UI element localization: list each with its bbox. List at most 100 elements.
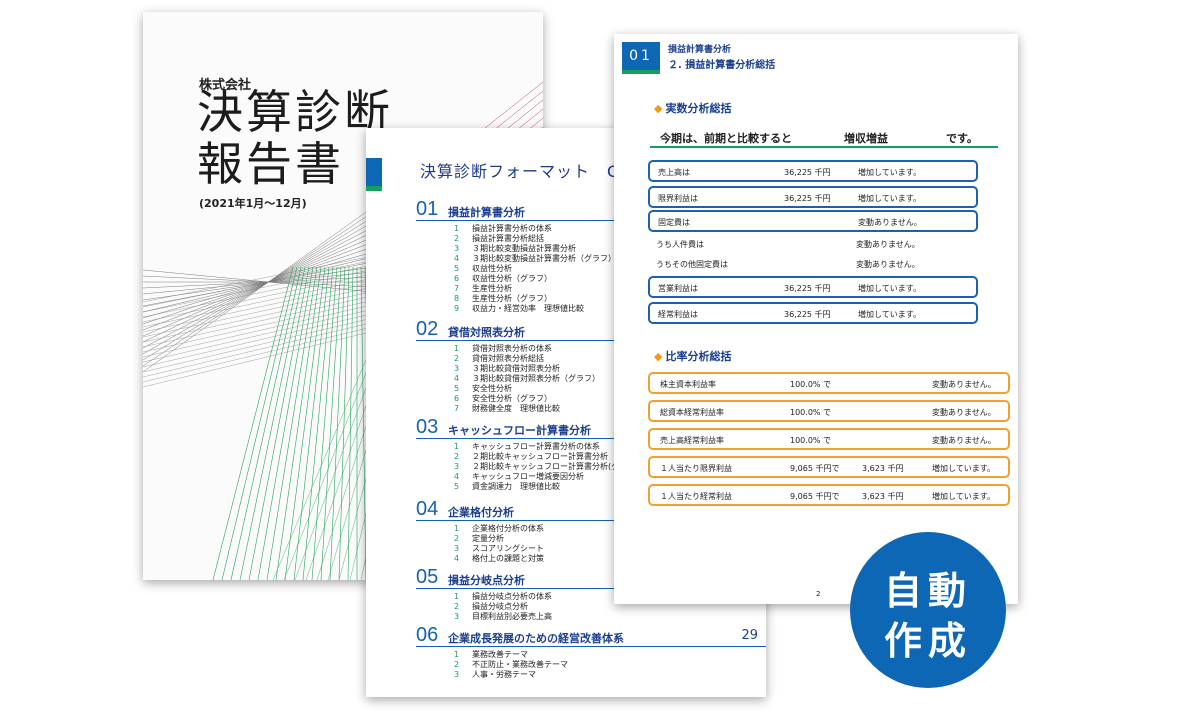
toc-item-number: 8 (454, 294, 460, 303)
toc-item-text: 損益計算書分析の体系 (472, 224, 552, 233)
ratio-row: １人当たり経常利益 9,065 千円で 3,623 千円 増加しています。 (648, 484, 1010, 506)
toc-item: 1 貸借対照表分析の体系 (454, 344, 600, 354)
ratio-row: 総資本経常利益率 100.0% で 変動ありません。 (648, 400, 1010, 422)
toc-item-text: 格付上の課題と対策 (472, 554, 544, 563)
heading-ratio-summary: ◆ 比率分析総括 (654, 348, 731, 364)
toc-item: 5 安全性分析 (454, 384, 600, 394)
row-label: 限界利益は (658, 194, 698, 203)
row-value: 36,225 千円 (784, 310, 831, 319)
toc-item-number: 7 (454, 404, 460, 413)
toc-section-rule (416, 646, 766, 647)
row-status: 変動ありません。 (858, 218, 922, 227)
toc-section-number: 04 (416, 498, 439, 520)
toc-item: 1 損益計算書分析の体系 (454, 224, 616, 234)
ratio-value: 100.0% で (790, 436, 832, 445)
toc-item: 3 目標利益別必要売上高 (454, 612, 552, 622)
ratio-label: １人当たり経常利益 (660, 492, 732, 501)
toc-item-number: 1 (454, 524, 460, 533)
row-value: 36,225 千円 (784, 168, 831, 177)
row-status: 増加しています。 (858, 194, 921, 203)
toc-item-text: 業務改善テーマ (472, 650, 528, 659)
actual-row: うち人件費は 変動ありません。 (648, 234, 978, 256)
toc-item-number: 2 (454, 452, 460, 461)
toc-item-number: 3 (454, 244, 460, 253)
ratio-status: 変動ありません。 (932, 380, 996, 389)
auto-badge-line2: 作成 (883, 619, 972, 663)
toc-blue-bar (366, 158, 382, 186)
ratio-row: 株主資本利益率 100.0% で 変動ありません。 (648, 372, 1010, 394)
row-label: 経常利益は (658, 310, 698, 319)
toc-item: 1 業務改善テーマ (454, 650, 568, 660)
toc-item-number: 3 (454, 670, 460, 679)
diamond-icon: ◆ (654, 350, 663, 363)
auto-generate-badge: 自動 作成 (850, 532, 1006, 688)
ratio-status: 変動ありません。 (932, 408, 996, 417)
cover-title-line1: 決算診断 (197, 85, 393, 139)
toc-item: 1 キャッシュフロー計算書分析の体系 (454, 442, 627, 452)
toc-item-number: 4 (454, 254, 460, 263)
toc-item-text: 不正防止・業務改善テーマ (472, 660, 568, 669)
toc-item-number: 5 (454, 264, 460, 273)
toc-item-number: 1 (454, 344, 460, 353)
toc-item-text: 定量分析 (472, 534, 504, 543)
toc-item: 7 生産性分析 (454, 284, 616, 294)
row-label: 売上高は (658, 168, 690, 177)
toc-item-list: 1 損益分岐点分析の体系 2 損益分岐点分析 3 目標利益別必要売上高 (454, 592, 552, 622)
toc-item-text: 資金調達力 理想値比較 (472, 482, 560, 491)
ratio-label: １人当たり限界利益 (660, 464, 732, 473)
toc-section-number: 02 (416, 318, 439, 340)
toc-item-text: 目標利益別必要売上高 (472, 612, 552, 621)
toc-item-text: 収益性分析（グラフ） (472, 274, 552, 283)
toc-item-number: 5 (454, 384, 460, 393)
toc-item: 3 ３期比較変動損益計算書分析 (454, 244, 616, 254)
toc-item: 7 財務健全度 理想値比較 (454, 404, 600, 414)
toc-item-list: 1 損益計算書分析の体系 2 損益計算書分析総括 3 ３期比較変動損益計算書分析 4 ３期比較… (454, 224, 616, 314)
toc-item: 4 ３期比較変動損益計算書分析（グラフ） (454, 254, 616, 264)
sub-section-label: ２. 損益計算書分析総括 (668, 60, 776, 71)
toc-item-number: 3 (454, 364, 460, 373)
actual-row: 限界利益は 36,225 千円 増加しています。 (648, 186, 978, 208)
toc-item-number: 7 (454, 284, 460, 293)
toc-item-number: 4 (454, 472, 460, 481)
cover-period: (2021年1月〜12月) (199, 197, 307, 210)
row-value: 36,225 千円 (784, 194, 831, 203)
toc-item-text: キャッシュフロー計算書分析の体系 (472, 442, 600, 451)
toc-item-text: ３期比較貸借対照表分析 (472, 364, 560, 373)
toc-item-number: 4 (454, 374, 460, 383)
toc-item-text: 企業格付分析の体系 (472, 524, 544, 533)
ratio-status: 変動ありません。 (932, 436, 996, 445)
summary-line: 今期は、前期と比較すると 増収増益 です。 (650, 130, 998, 145)
toc-item: 1 企業格付分析の体系 (454, 524, 544, 534)
toc-item-number: 2 (454, 354, 460, 363)
summary-result: 増収増益 (844, 132, 888, 145)
toc-item: 4 格付上の課題と対策 (454, 554, 544, 564)
toc-item-number: 5 (454, 482, 460, 491)
toc-item-text: ３期比較変動損益計算書分析（グラフ） (472, 254, 616, 263)
toc-item-number: 9 (454, 304, 460, 313)
toc-item-text: 損益計算書分析総括 (472, 234, 544, 243)
toc-item-text: スコアリングシート (472, 544, 544, 553)
ratio-row: １人当たり限界利益 9,065 千円で 3,623 千円 増加しています。 (648, 456, 1010, 478)
toc-item: 2 損益計算書分析総括 (454, 234, 616, 244)
toc-item-list: 1 キャッシュフロー計算書分析の体系 2 ２期比較キャッシュフロー計算書分析 3 ２期比較… (454, 442, 627, 492)
toc-item: 5 収益性分析 (454, 264, 616, 274)
row-label: うち人件費は (656, 240, 704, 249)
section-label: 損益計算書分析 (668, 45, 732, 55)
toc-section-name: 企業格付分析 (448, 506, 514, 519)
ratio-status: 増加しています。 (932, 492, 995, 501)
heading-ratio-summary-text: 比率分析総括 (665, 350, 732, 363)
toc-item-text: 安全性分析（グラフ） (472, 394, 552, 403)
toc-section-number: 06 (416, 624, 439, 646)
toc-item: 2 定量分析 (454, 534, 544, 544)
toc-item-text: 収益力・経営効率 理想値比較 (472, 304, 584, 313)
ratio-label: 売上高経常利益率 (660, 436, 724, 445)
cover-title-line2: 報告書 (197, 137, 344, 191)
toc-item-number: 2 (454, 602, 460, 611)
toc-item-number: 1 (454, 592, 460, 601)
toc-item-text: ３期比較変動損益計算書分析 (472, 244, 576, 253)
toc-item: 8 生産性分析（グラフ） (454, 294, 616, 304)
heading-actual-summary-text: 実数分析総括 (665, 102, 732, 115)
toc-item: 2 ２期比較キャッシュフロー計算書分析 (454, 452, 627, 462)
toc-item-number: 2 (454, 660, 460, 669)
ratio-value: 100.0% で (790, 380, 832, 389)
